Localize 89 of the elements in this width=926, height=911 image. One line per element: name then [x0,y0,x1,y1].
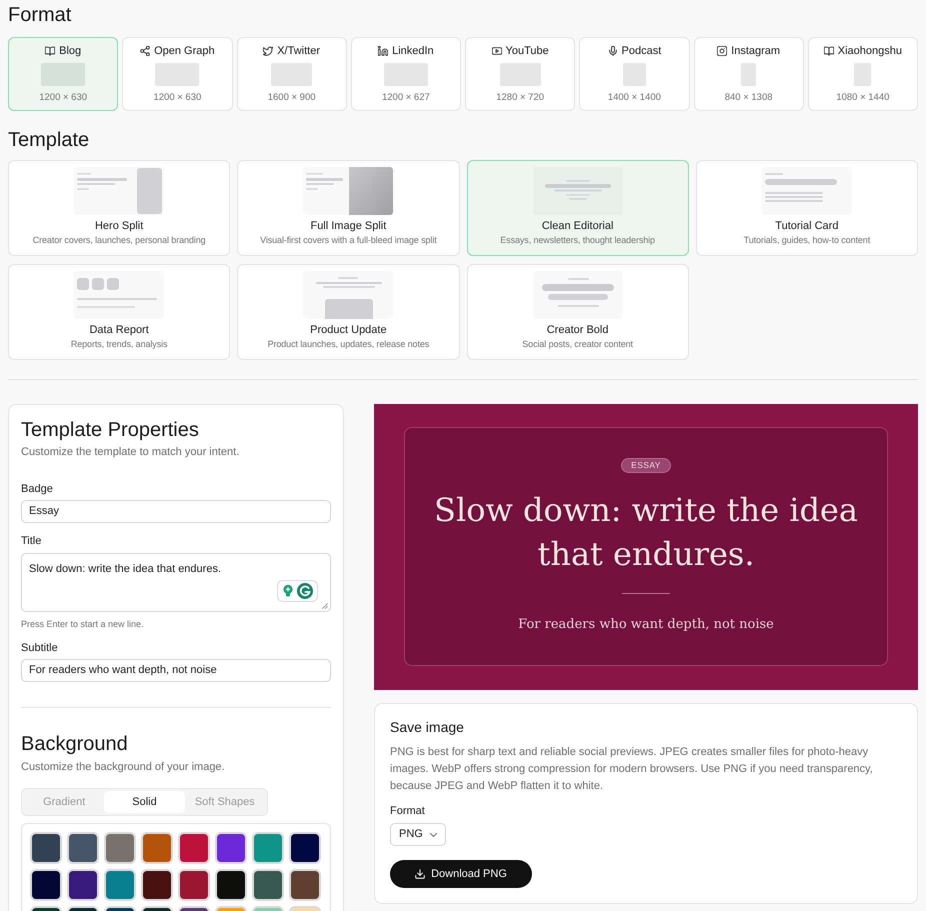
dimensions-text: 1400 × 1400 [608,92,661,104]
text-area-field[interactable]: Slow down: write the idea that endures. [21,553,331,612]
format-option[interactable]: Instagram 840 × 1308 [694,37,804,111]
dimensions-text: 1200 × 627 [382,92,430,104]
color-swatch[interactable] [178,869,210,901]
background-type-tab[interactable]: Solid [104,791,185,813]
dimensions-text: 1280 × 720 [496,92,544,104]
color-swatch[interactable] [141,869,173,901]
aspect-thumbnail [155,63,200,86]
field-label: Title [21,534,42,548]
template-option[interactable]: Creator Bold Social posts, creator content [466,264,689,360]
aspect-thumbnail [622,63,646,86]
template-description: Product launches, updates, release notes [268,338,430,350]
assistant-widget[interactable] [277,580,318,602]
dimensions-text: 840 × 1308 [724,92,773,104]
dimensions-text: 1600 × 900 [268,92,316,104]
section-heading: Template [8,129,90,151]
aspect-thumbnail [271,63,312,86]
color-swatch[interactable] [141,832,173,864]
download-button[interactable]: Download PNG [390,860,532,888]
color-swatch[interactable] [104,832,136,864]
panel-description: Customize the template to match your intent. [21,445,240,459]
template-description: Tutorials, guides, how-to content [744,234,870,246]
g-logo-icon [296,583,312,599]
format-option[interactable]: YouTube 1280 × 720 [465,37,576,111]
panel-title: Save image [390,718,465,736]
template-option[interactable]: Full Image Split Visual-first covers with a full-bleed image split [237,160,460,256]
format-option[interactable]: Podcast 1400 × 1400 [579,37,690,111]
field-label: Subtitle [21,641,59,655]
text-input-field[interactable]: For readers who want depth, not noise [21,659,331,682]
text-input-field[interactable]: Essay [21,500,331,523]
aspect-thumbnail [500,63,541,86]
aspect-thumbnail [741,63,756,86]
microphone-icon [608,46,618,56]
preview-badge: ESSAY [621,458,671,473]
panel-description: Customize the background of your image. [21,760,226,774]
format-option[interactable]: Xiaohongshu 1080 × 1440 [808,37,918,111]
preview-title: Slow down: write the idea that endures. [433,490,859,575]
lightbulb-icon [282,584,292,598]
template-option[interactable]: Tutorial Card Tutorials, guides, how-to content [696,160,918,256]
book-icon [45,46,56,56]
field-hint: Press Enter to start a new line. [21,618,145,630]
panel-title: Template Properties [21,418,200,442]
preview-subtitle: For readers who want depth, not noise [518,616,774,634]
panel-description: PNG is best for sharp text and reliable social previews. JPEG creates smaller files for photo-heavy images. WebP offers strong compression for modern browsers. Use PNG if you need transparency, because JPEG and WebP flatten it to white. [390,745,874,794]
color-swatch[interactable] [67,832,99,864]
dimensions-text: 1200 × 630 [153,92,202,104]
format-option[interactable]: LinkedIn 1200 × 627 [350,37,461,111]
camera-icon [717,46,728,56]
color-swatch[interactable] [252,869,284,901]
template-description: Visual-first covers with a full-bleed image split [260,234,437,246]
color-swatch[interactable] [289,832,321,864]
field-label: Format [390,804,426,818]
template-option[interactable]: Hero Split Creator covers, launches, personal branding [8,160,230,256]
field-label: Badge [21,482,54,496]
dimensions-text: 1200 × 630 [39,92,88,104]
dimensions-text: 1080 × 1440 [836,92,890,104]
linkedin-icon [378,46,388,56]
download-icon [415,869,426,879]
template-description: Creator covers, launches, personal branding [32,234,206,246]
aspect-thumbnail [854,63,872,86]
color-swatch[interactable] [67,869,99,901]
video-play-icon [492,46,502,56]
format-option[interactable]: Open Graph 1200 × 630 [122,37,232,111]
color-swatch[interactable] [30,832,62,864]
section-heading: Format [8,4,72,26]
template-description: Social posts, creator content [522,338,633,350]
color-swatch[interactable] [178,832,210,864]
aspect-thumbnail [384,63,428,86]
resize-handle-icon[interactable] [322,603,328,609]
color-swatch[interactable] [215,869,247,901]
template-option[interactable]: Data Report Reports, trends, analysis [8,264,230,360]
color-swatch[interactable] [30,869,62,901]
format-select[interactable]: PNG [390,823,446,846]
panel-title: Background [21,732,129,756]
bird-icon [263,46,274,56]
color-swatch[interactable] [104,869,136,901]
format-option[interactable]: Blog 1200 × 630 [8,37,118,111]
book-icon [824,46,834,56]
chevron-down-icon [430,832,437,836]
template-option[interactable]: Product Update Product launches, updates, release notes [237,264,460,360]
template-description: Essays, newsletters, thought leadership [500,234,655,246]
template-option[interactable]: Clean Editorial Essays, newsletters, thought leadership [466,160,689,256]
format-option[interactable]: X/Twitter 1600 × 900 [236,37,347,111]
template-description: Reports, trends, analysis [70,338,168,350]
color-swatch[interactable] [215,832,247,864]
share-icon [140,46,150,56]
color-swatch[interactable] [252,832,284,864]
color-swatch[interactable] [289,869,321,901]
